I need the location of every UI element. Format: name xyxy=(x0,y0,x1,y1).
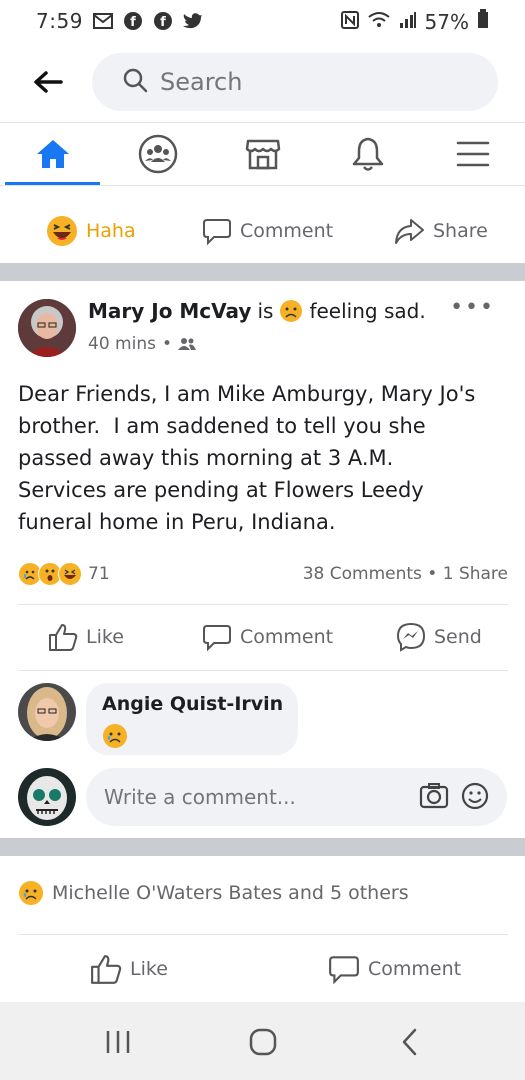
post-time[interactable]: 40 mins xyxy=(88,334,156,354)
next-post-reactions-text: Michelle O'Waters Bates and 5 others xyxy=(52,882,409,904)
post-body: Dear Friends, I am Mike Amburgy, Mary Jo… xyxy=(18,382,476,534)
comment-button[interactable]: Comment xyxy=(202,216,333,246)
comment-author-name[interactable]: Angie Quist-Irvin xyxy=(102,693,283,715)
share-button[interactable]: Share xyxy=(393,217,488,245)
svg-text:f: f xyxy=(160,15,166,30)
recent-apps-icon xyxy=(106,1031,130,1053)
haha-button[interactable]: Haha xyxy=(46,215,136,247)
facebook-icon: f xyxy=(123,11,143,31)
like-button[interactable]: Like xyxy=(48,622,124,652)
wifi-icon xyxy=(367,10,391,34)
separator-dot: • xyxy=(161,334,172,354)
search-bar[interactable] xyxy=(92,53,498,111)
emoji-icon[interactable] xyxy=(461,782,489,814)
status-time: 7:59 xyxy=(36,9,83,33)
status-bar: 7:59 f f 57% xyxy=(0,0,525,42)
post-meta: 40 mins • xyxy=(88,334,196,354)
like-label: Like xyxy=(86,626,124,648)
comment-input[interactable] xyxy=(102,784,406,810)
comment-bubble: Angie Quist-Irvin xyxy=(86,683,298,755)
tab-menu[interactable] xyxy=(420,123,525,185)
home-icon xyxy=(36,140,69,168)
sad-reaction-icon xyxy=(19,881,43,905)
search-input[interactable] xyxy=(158,67,462,97)
tab-marketplace[interactable] xyxy=(210,123,315,185)
camera-icon[interactable] xyxy=(419,782,449,814)
reactions-summary[interactable]: 71 38 Comments • 1 Share xyxy=(18,558,508,590)
post-header: Mary Jo McVay is feeling sad. 40 mins • … xyxy=(0,281,525,371)
facebook-icon: f xyxy=(153,11,173,31)
feed-divider xyxy=(0,838,525,856)
comment-button[interactable]: Comment xyxy=(328,953,461,985)
tab-groups[interactable] xyxy=(105,123,210,185)
divider-line xyxy=(18,670,508,671)
feeling-text: feeling sad. xyxy=(309,299,426,323)
current-user-avatar[interactable] xyxy=(18,768,76,826)
system-nav-bar xyxy=(0,1002,525,1080)
battery-percent: 57% xyxy=(424,9,469,34)
write-comment-box[interactable] xyxy=(86,768,507,826)
reaction-count: 71 xyxy=(88,564,110,584)
tab-home[interactable] xyxy=(0,123,105,185)
like-button[interactable]: Like xyxy=(90,953,168,985)
next-post-reactions[interactable]: Michelle O'Waters Bates and 5 others xyxy=(18,880,409,906)
post-author-line: Mary Jo McVay is feeling sad. xyxy=(88,299,426,323)
haha-reaction-icon xyxy=(58,562,82,586)
comment-label: Comment xyxy=(240,626,334,648)
back-arrow-icon xyxy=(34,71,63,93)
twitter-icon xyxy=(182,12,203,30)
home-button[interactable] xyxy=(233,1022,293,1062)
system-back-button[interactable] xyxy=(380,1022,440,1062)
sad-face-icon xyxy=(102,723,128,753)
previous-post-actions: Haha Comment Share xyxy=(0,200,525,262)
marketplace-icon xyxy=(245,139,280,170)
comment-label: Comment xyxy=(240,220,334,242)
share-label: Share xyxy=(433,220,488,242)
comments-shares-count[interactable]: 38 Comments • 1 Share xyxy=(303,564,508,584)
home-circle-icon xyxy=(249,1028,277,1056)
nav-tabs xyxy=(0,122,525,186)
haha-icon xyxy=(47,216,77,246)
is-text: is xyxy=(257,299,274,323)
menu-icon xyxy=(456,141,489,167)
signal-icon xyxy=(399,10,417,34)
groups-icon xyxy=(138,134,177,174)
share-icon xyxy=(395,219,424,244)
tab-notifications[interactable] xyxy=(315,123,420,185)
send-label: Send xyxy=(434,626,482,648)
post-author-name[interactable]: Mary Jo McVay xyxy=(88,299,251,323)
svg-text:f: f xyxy=(130,15,136,30)
chevron-left-icon xyxy=(402,1028,417,1056)
divider-line xyxy=(18,604,508,605)
search-icon xyxy=(122,67,148,97)
messenger-icon xyxy=(396,622,426,652)
avatar[interactable] xyxy=(18,299,76,357)
like-icon xyxy=(91,955,122,984)
sad-face-icon xyxy=(280,300,303,322)
comment-icon xyxy=(203,625,231,652)
feed-divider xyxy=(0,263,525,281)
send-button[interactable]: Send xyxy=(396,622,482,652)
comment-icon xyxy=(329,956,359,985)
top-bar xyxy=(0,42,525,122)
post-actions: Like Comment Send xyxy=(0,606,525,668)
mail-icon xyxy=(92,13,113,29)
next-post-actions: Like Comment xyxy=(0,938,525,1000)
battery-icon xyxy=(477,9,489,34)
commenter-avatar[interactable] xyxy=(18,683,76,741)
like-label: Like xyxy=(130,958,168,980)
friends-privacy-icon xyxy=(177,338,196,350)
bell-icon xyxy=(352,137,383,171)
haha-label: Haha xyxy=(86,220,136,242)
more-options-button[interactable]: ••• xyxy=(450,295,495,320)
comment-button[interactable]: Comment xyxy=(202,622,333,652)
nfc-icon xyxy=(340,10,359,34)
comment-icon xyxy=(203,219,231,246)
back-button[interactable] xyxy=(28,62,68,102)
divider-line xyxy=(18,934,508,935)
comment-label: Comment xyxy=(368,958,462,980)
recent-apps-button[interactable] xyxy=(88,1022,148,1062)
like-icon xyxy=(49,624,78,651)
